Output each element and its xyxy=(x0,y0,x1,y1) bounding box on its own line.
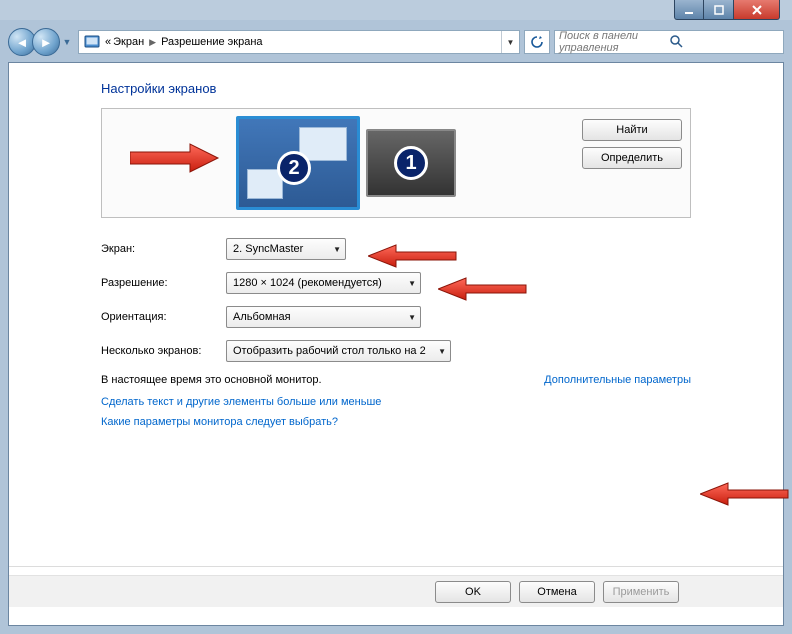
divider xyxy=(9,566,783,567)
search-icon xyxy=(669,34,779,51)
control-panel-icon xyxy=(82,33,102,51)
chevron-down-icon: ▼ xyxy=(432,347,446,356)
chevron-down-icon: ▼ xyxy=(402,279,416,288)
cancel-button[interactable]: Отмена xyxy=(519,581,595,603)
nav-forward-button[interactable]: ► xyxy=(32,28,60,56)
chevron-down-icon: ▼ xyxy=(402,313,416,322)
minimize-button[interactable] xyxy=(674,0,704,20)
resolution-label: Разрешение: xyxy=(101,277,226,289)
find-button[interactable]: Найти xyxy=(582,119,682,141)
apply-button: Применить xyxy=(603,581,679,603)
primary-monitor-note: В настоящее время это основной монитор. xyxy=(101,374,322,386)
refresh-button[interactable] xyxy=(524,30,550,54)
chevron-down-icon: ▼ xyxy=(327,245,341,254)
display-combo[interactable]: 2. SyncMaster▼ xyxy=(226,238,346,260)
textsize-link[interactable]: Сделать текст и другие элементы больше и… xyxy=(101,396,691,408)
multi-combo[interactable]: Отобразить рабочий стол только на 2▼ xyxy=(226,340,451,362)
search-placeholder: Поиск в панели управления xyxy=(559,30,669,54)
advanced-link[interactable]: Дополнительные параметры xyxy=(544,374,691,386)
close-button[interactable] xyxy=(734,0,780,20)
display-label: Экран: xyxy=(101,243,226,255)
address-dropdown[interactable]: ▼ xyxy=(501,31,519,53)
monitor-preview-area: 2 1 Найти Определить xyxy=(101,108,691,218)
search-input[interactable]: Поиск в панели управления xyxy=(554,30,784,54)
content-panel: Настройки экранов 2 1 Найти Определить Э… xyxy=(8,62,784,626)
address-bar[interactable]: « Экран ▶ Разрешение экрана ▼ xyxy=(78,30,520,54)
orientation-label: Ориентация: xyxy=(101,311,226,323)
page-title: Настройки экранов xyxy=(101,81,691,96)
orientation-combo[interactable]: Альбомная▼ xyxy=(226,306,421,328)
breadcrumb-back[interactable]: « xyxy=(105,36,111,48)
multi-label: Несколько экранов: xyxy=(101,345,226,357)
breadcrumb-seg2[interactable]: Разрешение экрана xyxy=(161,36,262,48)
dialog-footer: OK Отмена Применить xyxy=(9,575,783,607)
ok-button[interactable]: OK xyxy=(435,581,511,603)
maximize-button[interactable] xyxy=(704,0,734,20)
breadcrumb-seg1[interactable]: Экран xyxy=(113,36,144,48)
monitor-2[interactable]: 2 xyxy=(236,116,360,210)
which-settings-link[interactable]: Какие параметры монитора следует выбрать… xyxy=(101,416,691,428)
resolution-combo[interactable]: 1280 × 1024 (рекомендуется)▼ xyxy=(226,272,421,294)
monitor-1[interactable]: 1 xyxy=(366,129,456,197)
identify-button[interactable]: Определить xyxy=(582,147,682,169)
monitor-2-number: 2 xyxy=(277,151,311,185)
breadcrumb: « Экран ▶ Разрешение экрана xyxy=(105,36,501,48)
chevron-right-icon: ▶ xyxy=(146,37,159,48)
nav-history-button[interactable]: ▼ xyxy=(60,32,74,52)
monitor-1-number: 1 xyxy=(394,146,428,180)
